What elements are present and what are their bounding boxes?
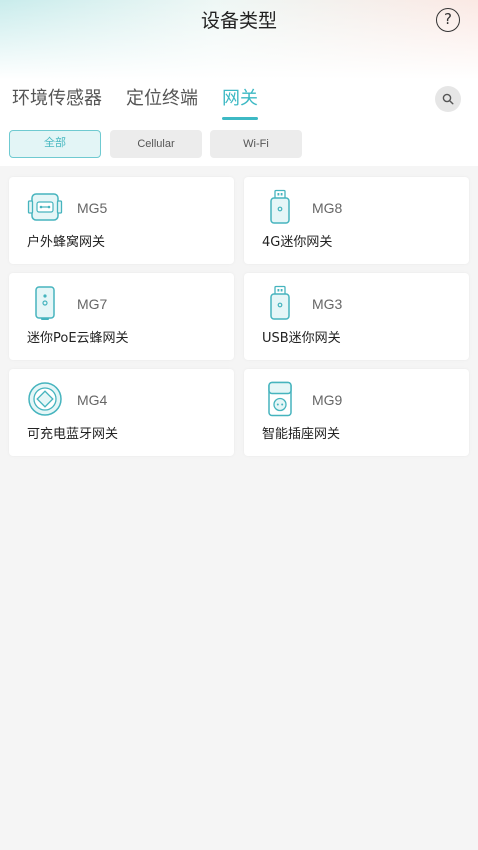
usb-dongle-icon bbox=[270, 285, 290, 320]
device-model: MG8 bbox=[312, 200, 343, 216]
device-name: USB迷你网关 bbox=[262, 331, 341, 346]
mini-poe-gateway-icon bbox=[35, 286, 55, 320]
search-icon bbox=[442, 93, 454, 105]
usb-dongle-icon bbox=[270, 189, 290, 224]
device-model: MG3 bbox=[312, 296, 343, 312]
device-model: MG9 bbox=[312, 392, 343, 408]
filter-wifi-chip[interactable]: Wi-Fi bbox=[210, 130, 302, 158]
outdoor-gateway-icon bbox=[27, 193, 63, 221]
device-model: MG4 bbox=[77, 392, 108, 408]
device-name: 迷你PoE云蜂网关 bbox=[27, 331, 129, 346]
filter-cellular-chip[interactable]: Cellular bbox=[110, 130, 202, 158]
device-model: MG7 bbox=[77, 296, 108, 312]
device-card-mg3[interactable]: MG3 USB迷你网关 bbox=[244, 273, 469, 360]
page-title: 设备类型 bbox=[200, 10, 277, 32]
device-card-mg8[interactable]: MG8 4G迷你网关 bbox=[244, 177, 469, 264]
device-card-mg5[interactable]: MG5 户外蜂窝网关 bbox=[9, 177, 234, 264]
filter-all-chip[interactable]: 全部 bbox=[9, 130, 101, 158]
help-button[interactable]: ? bbox=[436, 8, 460, 32]
device-model: MG5 bbox=[77, 200, 108, 216]
device-name: 户外蜂窝网关 bbox=[27, 235, 106, 250]
device-card-mg4[interactable]: MG4 可充电蓝牙网关 bbox=[9, 369, 234, 456]
search-button[interactable] bbox=[435, 86, 461, 112]
device-name: 4G迷你网关 bbox=[262, 235, 333, 250]
question-circle-icon: ? bbox=[444, 10, 452, 28]
round-gateway-icon bbox=[28, 382, 62, 416]
tab-environment-sensor[interactable]: 环境传感器 bbox=[12, 86, 102, 112]
device-card-mg9[interactable]: MG9 智能插座网关 bbox=[244, 369, 469, 456]
device-name: 智能插座网关 bbox=[262, 427, 341, 442]
active-tab-indicator bbox=[222, 117, 258, 120]
device-card-mg7[interactable]: MG7 迷你PoE云蜂网关 bbox=[9, 273, 234, 360]
category-tabs: 环境传感器 定位终端 网关 bbox=[0, 86, 478, 122]
tab-positioning-terminal[interactable]: 定位终端 bbox=[126, 86, 198, 112]
tab-gateway[interactable]: 网关 bbox=[222, 86, 258, 112]
smart-plug-icon bbox=[268, 381, 292, 417]
device-name: 可充电蓝牙网关 bbox=[27, 427, 119, 442]
